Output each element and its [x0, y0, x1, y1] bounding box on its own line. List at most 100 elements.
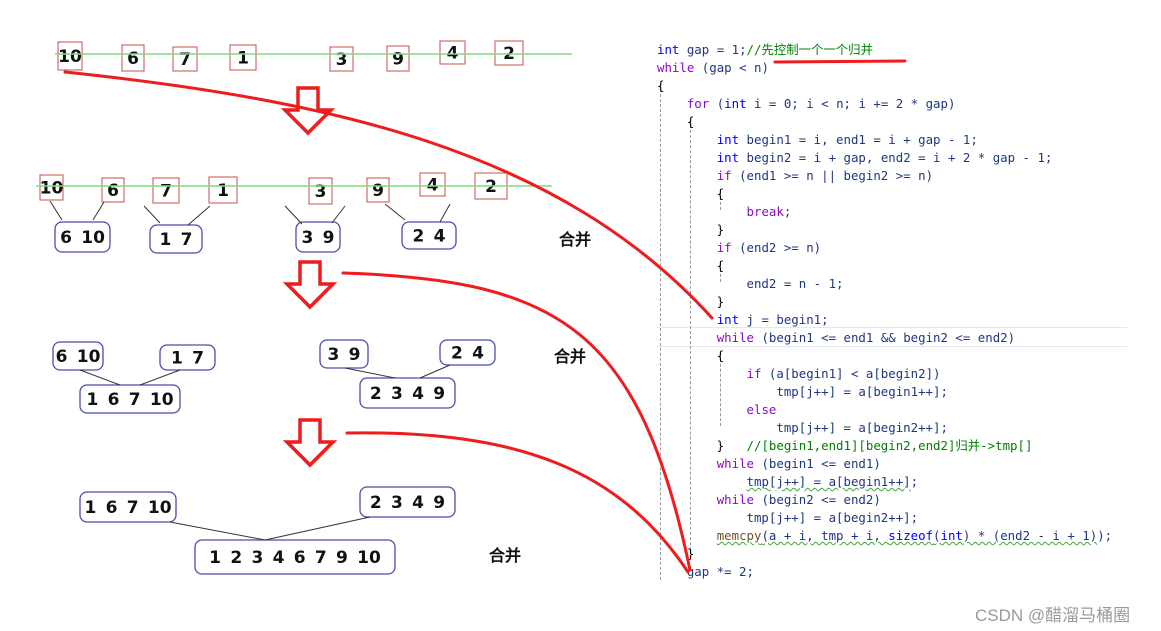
connector [331, 205, 346, 224]
merged-value: 3 9 [302, 228, 335, 248]
code-token: tmp[j++] = a[begin1++] [746, 474, 911, 489]
code-line: { [657, 347, 1112, 365]
code-token: { [657, 258, 725, 273]
code-line: int gap = 1;//先控制一个一个归并 [657, 41, 1112, 59]
code-token: if [746, 366, 762, 381]
connector [419, 364, 451, 379]
connector [139, 369, 181, 386]
code-token: { [657, 348, 725, 363]
code-line: { [657, 185, 1112, 203]
code-token: } [657, 438, 747, 453]
code-line: tmp[j++] = a[begin1++]; [657, 383, 1112, 401]
code-line: tmp[j++] = a[begin2++]; [657, 509, 1112, 527]
code-token: ; [910, 474, 919, 489]
code-token: (a + i, tmp + i, [761, 528, 889, 543]
code-token: begin1 = i, end1 = i + gap - 1; [739, 132, 978, 147]
single-value: 6 [107, 181, 119, 201]
code-token: tmp[j++] = a[begin2++]; [657, 420, 948, 435]
code-line: if (end2 >= n) [657, 239, 1112, 257]
single-value: 1 [237, 49, 249, 69]
merged-value: 3 9 [328, 345, 361, 365]
code-line: } [657, 545, 1112, 563]
code-token: while [716, 330, 754, 345]
code-token: gap = 1; [679, 42, 747, 57]
code-line: int begin1 = i, end1 = i + gap - 1; [657, 131, 1112, 149]
connector [264, 516, 371, 541]
code-line: int begin2 = i + gap, end2 = i + 2 * gap… [657, 149, 1112, 167]
connector [439, 203, 451, 223]
single-value: 7 [160, 182, 172, 202]
code-token: { [657, 186, 725, 201]
merged-value: 6 10 [56, 347, 101, 367]
code-token: } [657, 222, 725, 237]
code-token: { [657, 114, 695, 129]
code-token: int [716, 150, 740, 165]
code-token: while [716, 492, 754, 507]
code-token: int [940, 528, 963, 543]
code-line: int j = begin1; [657, 311, 1112, 329]
code-token: //先控制一个一个归并 [746, 42, 873, 57]
code-line: } //[begin1,end1][begin2,end2]归并->tmp[] [657, 437, 1112, 455]
merged-value: 1 6 7 10 [84, 498, 171, 518]
code-token: int [716, 312, 740, 327]
code-line: end2 = n - 1; [657, 275, 1112, 293]
code-line: tmp[j++] = a[begin1++]; [657, 473, 1112, 491]
code-token: } [657, 546, 695, 561]
code-line: while (gap < n) [657, 59, 1112, 77]
code-line: while (begin1 <= end1) [657, 455, 1112, 473]
connector [92, 201, 105, 221]
code-token: while [657, 60, 695, 75]
code-token: int [657, 42, 680, 57]
connector [384, 203, 406, 221]
code-line: } [657, 293, 1112, 311]
single-value: 1 [217, 181, 229, 201]
merged-value: 1 7 [160, 230, 193, 250]
connector [49, 200, 63, 221]
code-line: for (int i = 0; i < n; i += 2 * gap) [657, 95, 1112, 113]
code-token: } [657, 294, 725, 309]
code-token: gap *= 2; [657, 564, 754, 579]
code-line: memcpy(a + i, tmp + i, sizeof(int) * (en… [657, 527, 1112, 545]
code-token: j = begin1; [739, 312, 829, 327]
merge-label: 合并 [554, 347, 586, 366]
merged-value: 2 4 [413, 227, 446, 247]
code-token: while [716, 456, 754, 471]
code-token: begin2 = i + gap, end2 = i + 2 * gap - 1… [739, 150, 1053, 165]
code-token: int [716, 132, 740, 147]
single-value: 9 [372, 181, 384, 201]
merge-label: 合并 [489, 546, 521, 565]
code-token: //[begin1,end1][begin2,end2]归并->tmp[] [746, 438, 1033, 453]
code-line: { [657, 257, 1112, 275]
code-token: (a[begin1] < a[begin2]) [761, 366, 941, 381]
code-token: sizeof [888, 528, 934, 543]
merged-value: 2 4 [451, 344, 484, 364]
code-line: while (begin2 <= end2) [657, 491, 1112, 509]
code-token: end2 = n - 1; [657, 276, 844, 291]
down-arrow-icon [282, 418, 338, 468]
merge-label: 合并 [559, 230, 591, 249]
merged-value: 1 6 7 10 [86, 390, 173, 410]
code-token: tmp[j++] = a[begin2++]; [657, 510, 919, 525]
code-line: break; [657, 203, 1112, 221]
watermark: CSDN @醋溜马桶圈 [975, 606, 1131, 625]
code-line: if (end1 >= n || begin2 >= n) [657, 167, 1112, 185]
code-line: if (a[begin1] < a[begin2]) [657, 365, 1112, 383]
code-line: while (begin1 <= end1 && begin2 <= end2) [657, 329, 1112, 347]
code-token: break [746, 204, 784, 219]
code-line: else [657, 401, 1112, 419]
connector [187, 205, 211, 226]
code-token: ); [1097, 528, 1113, 543]
code-token: if [716, 240, 732, 255]
code-token: (gap < n) [694, 60, 769, 75]
merged-value: 6 10 [60, 228, 105, 248]
